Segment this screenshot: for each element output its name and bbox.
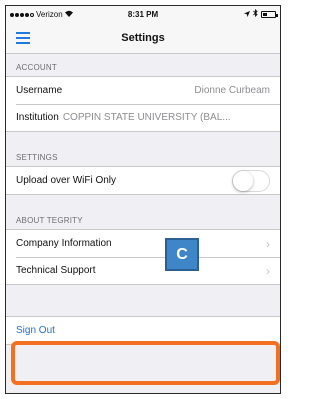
company-information-row[interactable]: Company Information › xyxy=(6,230,280,257)
page-title: Settings xyxy=(121,32,165,44)
chevron-right-icon: › xyxy=(266,263,270,278)
company-information-label: Company Information xyxy=(16,238,112,249)
institution-row: Institution COPPIN STATE UNIVERSITY (BAL… xyxy=(6,104,280,131)
section-header-account: ACCOUNT xyxy=(16,63,57,72)
status-icons xyxy=(244,8,278,19)
phone-screen: Verizon 8:31 PM Settings ACCOUNT Usernam… xyxy=(5,5,281,394)
institution-label: Institution xyxy=(16,112,59,123)
wifi-only-toggle[interactable] xyxy=(232,169,270,192)
username-row: Username Dionne Curbeam xyxy=(6,77,280,104)
callout-badge: C xyxy=(165,238,199,271)
toggle-knob xyxy=(233,170,253,191)
technical-support-row[interactable]: Technical Support › xyxy=(6,257,280,284)
status-bar: Verizon 8:31 PM xyxy=(6,6,280,23)
settings-group: Upload over WiFi Only xyxy=(6,166,280,195)
section-header-settings: SETTINGS xyxy=(16,153,58,162)
sign-out-highlight xyxy=(11,341,280,385)
username-value: Dionne Curbeam xyxy=(194,85,270,96)
about-group: Company Information › Technical Support … xyxy=(6,229,280,285)
institution-value: COPPIN STATE UNIVERSITY (BAL... xyxy=(62,112,231,123)
battery-icon xyxy=(261,10,278,18)
clock: 8:31 PM xyxy=(127,10,159,19)
username-label: Username xyxy=(16,85,63,96)
location-arrow-icon xyxy=(244,10,250,19)
wifi-only-label: Upload over WiFi Only xyxy=(16,175,117,186)
sign-out-label: Sign Out xyxy=(16,325,55,336)
wifi-only-row: Upload over WiFi Only xyxy=(6,167,280,194)
section-header-about: ABOUT TEGRITY xyxy=(16,216,83,225)
navigation-bar: Settings xyxy=(6,23,280,54)
chevron-right-icon: › xyxy=(266,236,270,251)
account-group: Username Dionne Curbeam Institution COPP… xyxy=(6,76,280,132)
bluetooth-icon xyxy=(253,8,258,19)
sign-out-button[interactable]: Sign Out xyxy=(6,317,280,344)
technical-support-label: Technical Support xyxy=(16,265,96,276)
